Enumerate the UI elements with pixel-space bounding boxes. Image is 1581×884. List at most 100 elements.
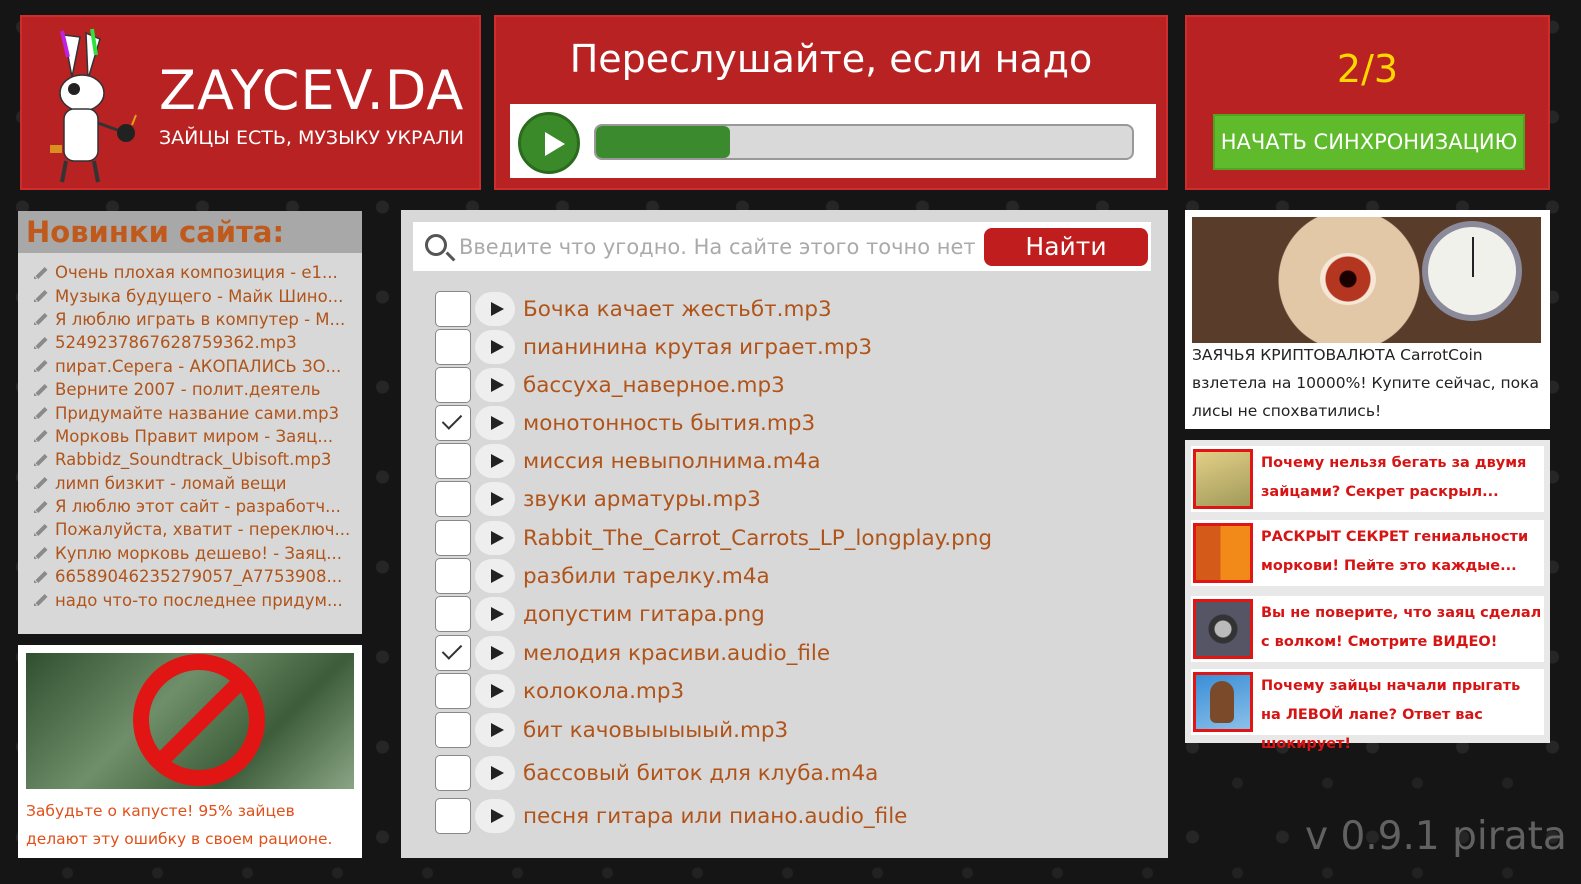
file-name[interactable]: мелодия красиви.audio_file bbox=[523, 641, 830, 666]
file-checkbox[interactable] bbox=[435, 291, 471, 327]
ad-thumbnail[interactable] bbox=[1193, 523, 1253, 583]
news-item-label[interactable]: Пожалуйста, хватит - переключ... bbox=[55, 520, 350, 539]
news-item[interactable]: Я люблю играть в компутер - М... bbox=[34, 308, 362, 331]
ad-list-text[interactable]: Почему зайцы начали прыгать на ЛЕВОЙ лап… bbox=[1261, 672, 1543, 759]
ad-right-top[interactable]: ЗАЯЧЬЯ КРИПТОВАЛЮТА CarrotCoin взлетела … bbox=[1185, 210, 1550, 429]
file-checkbox[interactable] bbox=[435, 443, 471, 479]
news-item[interactable]: Музыка будущего - Майк Шино... bbox=[34, 284, 362, 307]
ad-list-item[interactable]: РАСКРЫТ СЕКРЕТ гениальности моркови! Пей… bbox=[1191, 520, 1544, 586]
file-play-button[interactable] bbox=[475, 482, 515, 516]
news-item-label[interactable]: Я люблю играть в компутер - М... bbox=[55, 310, 345, 329]
ad-left-image[interactable] bbox=[26, 653, 354, 789]
ad-list-item[interactable]: Почему зайцы начали прыгать на ЛЕВОЙ лап… bbox=[1191, 669, 1544, 752]
file-play-button[interactable] bbox=[475, 799, 515, 833]
file-name[interactable]: пианинина крутая играет.mp3 bbox=[523, 335, 872, 360]
file-checkbox[interactable] bbox=[435, 520, 471, 556]
news-item-label[interactable]: Rabbidz_Soundtrack_Ubisoft.mp3 bbox=[55, 450, 331, 469]
news-item[interactable]: 66589046235279057_A7753908... bbox=[34, 565, 362, 588]
news-item-label[interactable]: надо что-то последнее придум... bbox=[55, 591, 343, 610]
file-checkbox[interactable] bbox=[435, 329, 471, 365]
news-item-label[interactable]: Музыка будущего - Майк Шино... bbox=[55, 287, 343, 306]
news-item-label[interactable]: 66589046235279057_A7753908... bbox=[55, 567, 342, 586]
file-checkbox[interactable] bbox=[435, 596, 471, 632]
file-name[interactable]: бит качовыыыыый.mp3 bbox=[523, 718, 788, 743]
news-item[interactable]: Верните 2007 - полит.деятель bbox=[34, 378, 362, 401]
file-checkbox[interactable] bbox=[435, 712, 471, 748]
file-checkbox[interactable] bbox=[435, 558, 471, 594]
ad-list-item[interactable]: Вы не поверите, что заяц сделал с волком… bbox=[1191, 596, 1544, 662]
file-name[interactable]: колокола.mp3 bbox=[523, 679, 684, 704]
news-item-label[interactable]: 5249237867628759362.mp3 bbox=[55, 333, 297, 352]
file-name[interactable]: разбили тарелку.m4a bbox=[523, 564, 770, 589]
file-checkbox[interactable] bbox=[435, 367, 471, 403]
file-play-button[interactable] bbox=[475, 406, 515, 440]
file-play-button[interactable] bbox=[475, 292, 515, 326]
play-button[interactable] bbox=[518, 112, 580, 174]
news-item-label[interactable]: Очень плохая композиция - e1... bbox=[55, 263, 338, 282]
ad-list-text[interactable]: РАСКРЫТ СЕКРЕТ гениальности моркови! Пей… bbox=[1261, 523, 1543, 581]
news-item-label[interactable]: Верните 2007 - полит.деятель bbox=[55, 380, 320, 399]
file-play-button[interactable] bbox=[475, 756, 515, 790]
file-name[interactable]: звуки арматуры.mp3 bbox=[523, 487, 761, 512]
file-name[interactable]: песня гитара или пиано.audio_file bbox=[523, 804, 907, 829]
news-item[interactable]: Очень плохая композиция - e1... bbox=[34, 261, 362, 284]
file-play-button[interactable] bbox=[475, 368, 515, 402]
file-checkbox[interactable] bbox=[435, 673, 471, 709]
file-name[interactable]: Rabbit_The_Carrot_Carrots_LP_longplay.pn… bbox=[523, 526, 992, 551]
player-title: Переслушайте, если надо bbox=[569, 37, 1093, 81]
progress-track[interactable] bbox=[594, 124, 1134, 160]
file-checkbox[interactable] bbox=[435, 798, 471, 834]
ad-thumbnail[interactable] bbox=[1193, 599, 1253, 659]
file-name[interactable]: Бочка качает жестьбт.mp3 bbox=[523, 297, 832, 322]
file-play-button[interactable] bbox=[475, 636, 515, 670]
news-item[interactable]: Пожалуйста, хватит - переключ... bbox=[34, 518, 362, 541]
file-checkbox[interactable] bbox=[435, 635, 471, 671]
news-item-label[interactable]: Придумайте название сами.mp3 bbox=[55, 404, 339, 423]
file-play-button[interactable] bbox=[475, 713, 515, 747]
file-checkbox[interactable] bbox=[435, 755, 471, 791]
ad-list-item[interactable]: Почему нельзя бегать за двумя зайцами? С… bbox=[1191, 446, 1544, 512]
file-name[interactable]: бассуха_наверное.mp3 bbox=[523, 373, 785, 398]
file-name[interactable]: монотонность бытия.mp3 bbox=[523, 411, 815, 436]
news-item[interactable]: 5249237867628759362.mp3 bbox=[34, 331, 362, 354]
ad-left[interactable]: Забудьте о капусте! 95% зайцев делают эт… bbox=[18, 645, 362, 858]
ad-left-text[interactable]: Забудьте о капусте! 95% зайцев делают эт… bbox=[26, 797, 356, 853]
ad-rabbit-clock-image[interactable] bbox=[1192, 217, 1541, 343]
news-item-label[interactable]: Куплю морковь дешево! - Заяц... bbox=[55, 544, 342, 563]
file-play-button[interactable] bbox=[475, 559, 515, 593]
pen-icon bbox=[34, 546, 48, 560]
news-item-label[interactable]: Я люблю этот сайт - разработч... bbox=[55, 497, 341, 516]
file-name[interactable]: миссия невыполнима.m4a bbox=[523, 449, 821, 474]
file-row: бассовый биток для клуба.m4a bbox=[435, 755, 878, 791]
file-play-button[interactable] bbox=[475, 597, 515, 631]
news-item[interactable]: Я люблю этот сайт - разработч... bbox=[34, 495, 362, 518]
news-item-label[interactable]: лимп бизкит - ломай вещи bbox=[55, 474, 286, 493]
file-play-button[interactable] bbox=[475, 444, 515, 478]
news-item-label[interactable]: пират.Серега - АКОПАЛИСЬ ЗО... bbox=[55, 357, 341, 376]
search-bar: Найти bbox=[413, 222, 1151, 271]
file-name[interactable]: допустим гитара.png bbox=[523, 602, 765, 627]
news-item[interactable]: Rabbidz_Soundtrack_Ubisoft.mp3 bbox=[34, 448, 362, 471]
search-button[interactable]: Найти bbox=[984, 228, 1148, 266]
file-name[interactable]: бассовый биток для клуба.m4a bbox=[523, 761, 878, 786]
file-play-button[interactable] bbox=[475, 330, 515, 364]
file-checkbox[interactable] bbox=[435, 481, 471, 517]
ad-list-text[interactable]: Почему нельзя бегать за двумя зайцами? С… bbox=[1261, 449, 1543, 507]
file-checkbox[interactable] bbox=[435, 405, 471, 441]
file-play-button[interactable] bbox=[475, 521, 515, 555]
news-item[interactable]: надо что-то последнее придум... bbox=[34, 588, 362, 611]
news-item[interactable]: лимп бизкит - ломай вещи bbox=[34, 472, 362, 495]
start-sync-button[interactable]: НАЧАТЬ СИНХРОНИЗАЦИЮ bbox=[1213, 114, 1525, 170]
file-play-button[interactable] bbox=[475, 674, 515, 708]
news-item-label[interactable]: Морковь Правит миром - Заяц... bbox=[55, 427, 333, 446]
player-bar bbox=[510, 104, 1156, 178]
ad-thumbnail[interactable] bbox=[1193, 449, 1253, 509]
ad-thumbnail[interactable] bbox=[1193, 672, 1253, 732]
news-item[interactable]: Куплю морковь дешево! - Заяц... bbox=[34, 542, 362, 565]
ad-right-top-text[interactable]: ЗАЯЧЬЯ КРИПТОВАЛЮТА CarrotCoin взлетела … bbox=[1192, 341, 1544, 425]
search-input[interactable] bbox=[459, 232, 979, 262]
news-item[interactable]: Морковь Правит миром - Заяц... bbox=[34, 425, 362, 448]
news-item[interactable]: пират.Серега - АКОПАЛИСЬ ЗО... bbox=[34, 355, 362, 378]
news-item[interactable]: Придумайте название сами.mp3 bbox=[34, 401, 362, 424]
ad-list-text[interactable]: Вы не поверите, что заяц сделал с волком… bbox=[1261, 599, 1543, 657]
